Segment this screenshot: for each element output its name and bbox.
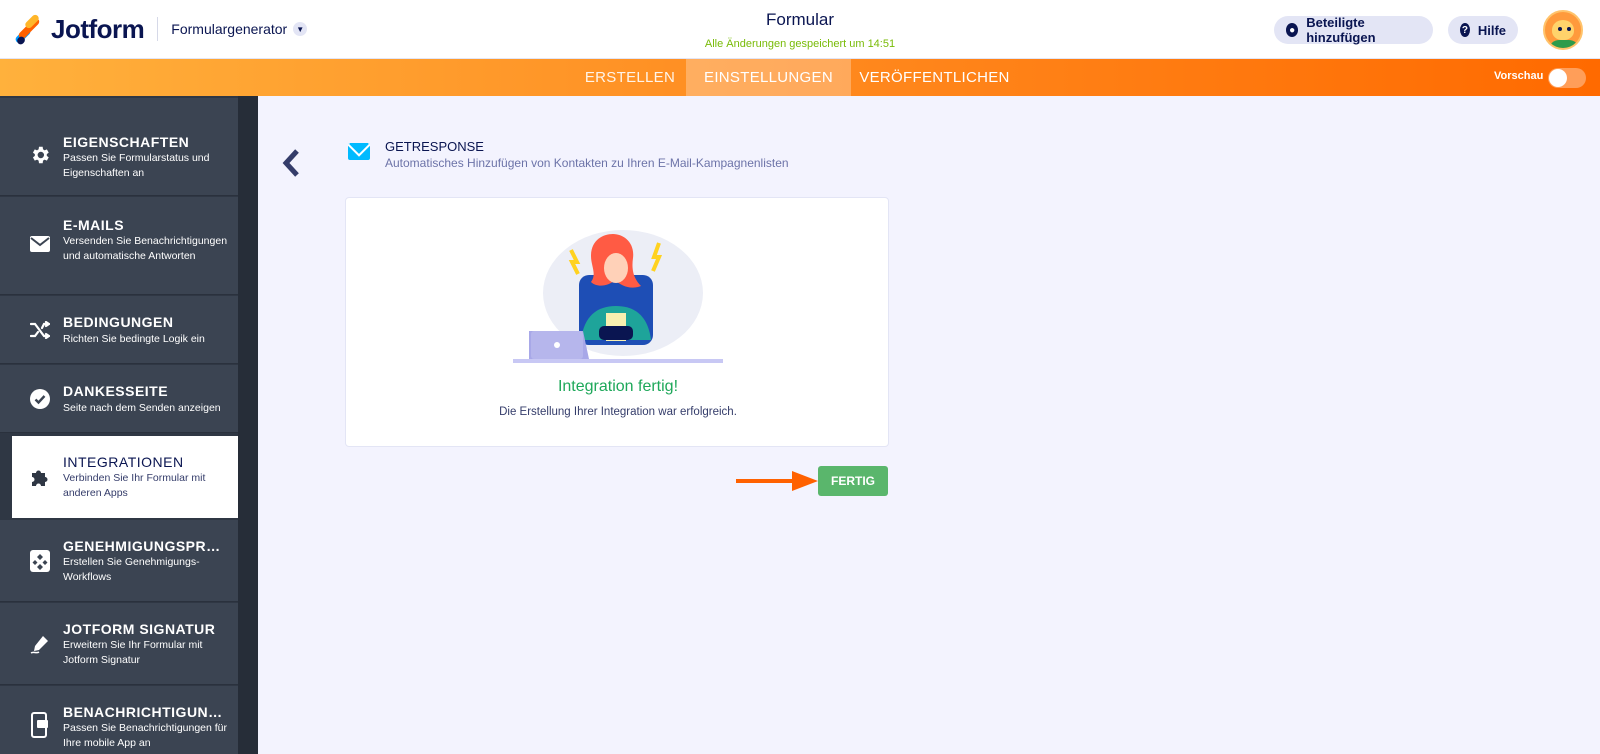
sidebar-item-thankyou[interactable]: DANKESSEITE Seite nach dem Senden anzeig… [0,365,238,433]
top-header: Jotform Formulargenerator ▼ Formular All… [0,0,1600,59]
gear-icon [29,144,51,166]
sidebar-item-notifications[interactable]: BENACHRICHTIGUNG... Passen Sie Benachric… [0,686,238,754]
builder-nav: ERSTELLEN EINSTELLUNGEN VERÖFFENTLICHEN … [0,59,1600,96]
puzzle-icon [29,466,51,488]
shuffle-icon [29,319,51,341]
sidebar-item-title: GENEHMIGUNGSPRO... [63,538,228,554]
mobile-icon [29,712,51,738]
sidebar-item-title: E-MAILS [63,217,125,233]
add-participants-button[interactable]: ● Beteiligte hinzufügen [1274,15,1433,45]
sidebar-item-integrations[interactable]: INTEGRATIONEN Verbinden Sie Ihr Formular… [12,436,238,518]
back-button[interactable] [280,148,304,178]
tab-publish[interactable]: VERÖFFENTLICHEN [851,59,1018,96]
sidebar-item-desc: Versenden Sie Benachrichtigungen und aut… [63,235,228,262]
sidebar-item-title: JOTFORM SIGNATUR [63,621,216,637]
success-text: Die Erstellung Ihrer Integration war erf… [499,406,737,418]
sidebar-item-desc: Verbinden Sie Ihr Formular mit anderen A… [63,472,206,499]
integration-name: GETRESPONSE [385,139,484,154]
help-label: Hilfe [1477,22,1506,38]
add-participants-label: Beteiligte hinzufügen [1306,15,1376,45]
sidebar-item-desc: Seite nach dem Senden anzeigen [63,402,221,414]
logo-text: Jotform [51,13,145,44]
getresponse-envelope-icon [348,143,370,160]
chevron-down-icon: ▼ [293,22,308,36]
sidebar-item-properties[interactable]: EIGENSCHAFTEN Passen Sie Formularstatus … [0,98,238,196]
success-title: Integration fertig! [557,378,679,395]
preview-label: Vorschau [1494,70,1544,82]
integration-description: Automatisches Hinzufügen von Kontakten z… [385,156,789,170]
sidebar-item-desc: Richten Sie bedingte Logik ein [63,333,205,345]
header-divider [157,17,159,41]
sidebar-item-title: BEDINGUNGEN [63,314,174,330]
preview-toggle[interactable] [1548,68,1586,88]
success-illustration [513,230,723,363]
jotform-logo[interactable]: Jotform Formulargenerator ▼ [14,13,308,46]
sidebar-item-desc: Passen Sie Benachrichtigungen für Ihre m… [63,722,228,749]
success-card: Integration fertig! Die Erstellung Ihrer… [345,197,889,447]
user-icon: ● [1286,23,1299,37]
tab-settings[interactable]: EINSTELLUNGEN [686,59,851,96]
sidebar-item-title: BENACHRICHTIGUNG... [63,704,228,720]
sidebar-item-title: INTEGRATIONEN [63,454,184,470]
avatar[interactable] [1543,10,1583,50]
jotform-logo-icon [14,13,42,46]
check-circle-icon [29,388,51,410]
tab-create[interactable]: ERSTELLEN [574,59,686,96]
envelope-icon [29,233,51,255]
sidebar-item-title: EIGENSCHAFTEN [63,134,190,150]
sidebar-item-desc: Erstellen Sie Genehmigungs-Workflows [63,556,200,583]
builder-label: Formulargenerator [171,21,288,37]
sidebar-item-emails[interactable]: E-MAILS Versenden Sie Benachrichtigungen… [0,197,238,295]
sidebar-item-approvals[interactable]: GENEHMIGUNGSPRO... Erstellen Sie Genehmi… [0,520,238,602]
chevron-left-icon [282,149,299,177]
sidebar-item-signature[interactable]: JOTFORM SIGNATUR Erweitern Sie Ihr Formu… [0,603,238,685]
pen-icon [29,633,51,655]
question-icon: ? [1460,23,1470,37]
sidebar-scrollbar[interactable] [238,96,258,754]
sidebar-item-conditions[interactable]: BEDINGUNGEN Richten Sie bedingte Logik e… [0,296,238,364]
sidebar-item-desc: Passen Sie Formularstatus und Eigenschaf… [63,152,210,179]
help-button[interactable]: ? Hilfe [1448,16,1518,44]
sidebar-item-desc: Erweitern Sie Ihr Formular mit Jotform S… [63,639,203,666]
done-button[interactable]: FERTIG [818,466,888,496]
workflow-icon [29,550,51,572]
sidebar-item-title: DANKESSEITE [63,383,169,399]
builder-dropdown[interactable]: Formulargenerator ▼ [171,21,308,37]
arrow-right-icon [736,471,818,491]
